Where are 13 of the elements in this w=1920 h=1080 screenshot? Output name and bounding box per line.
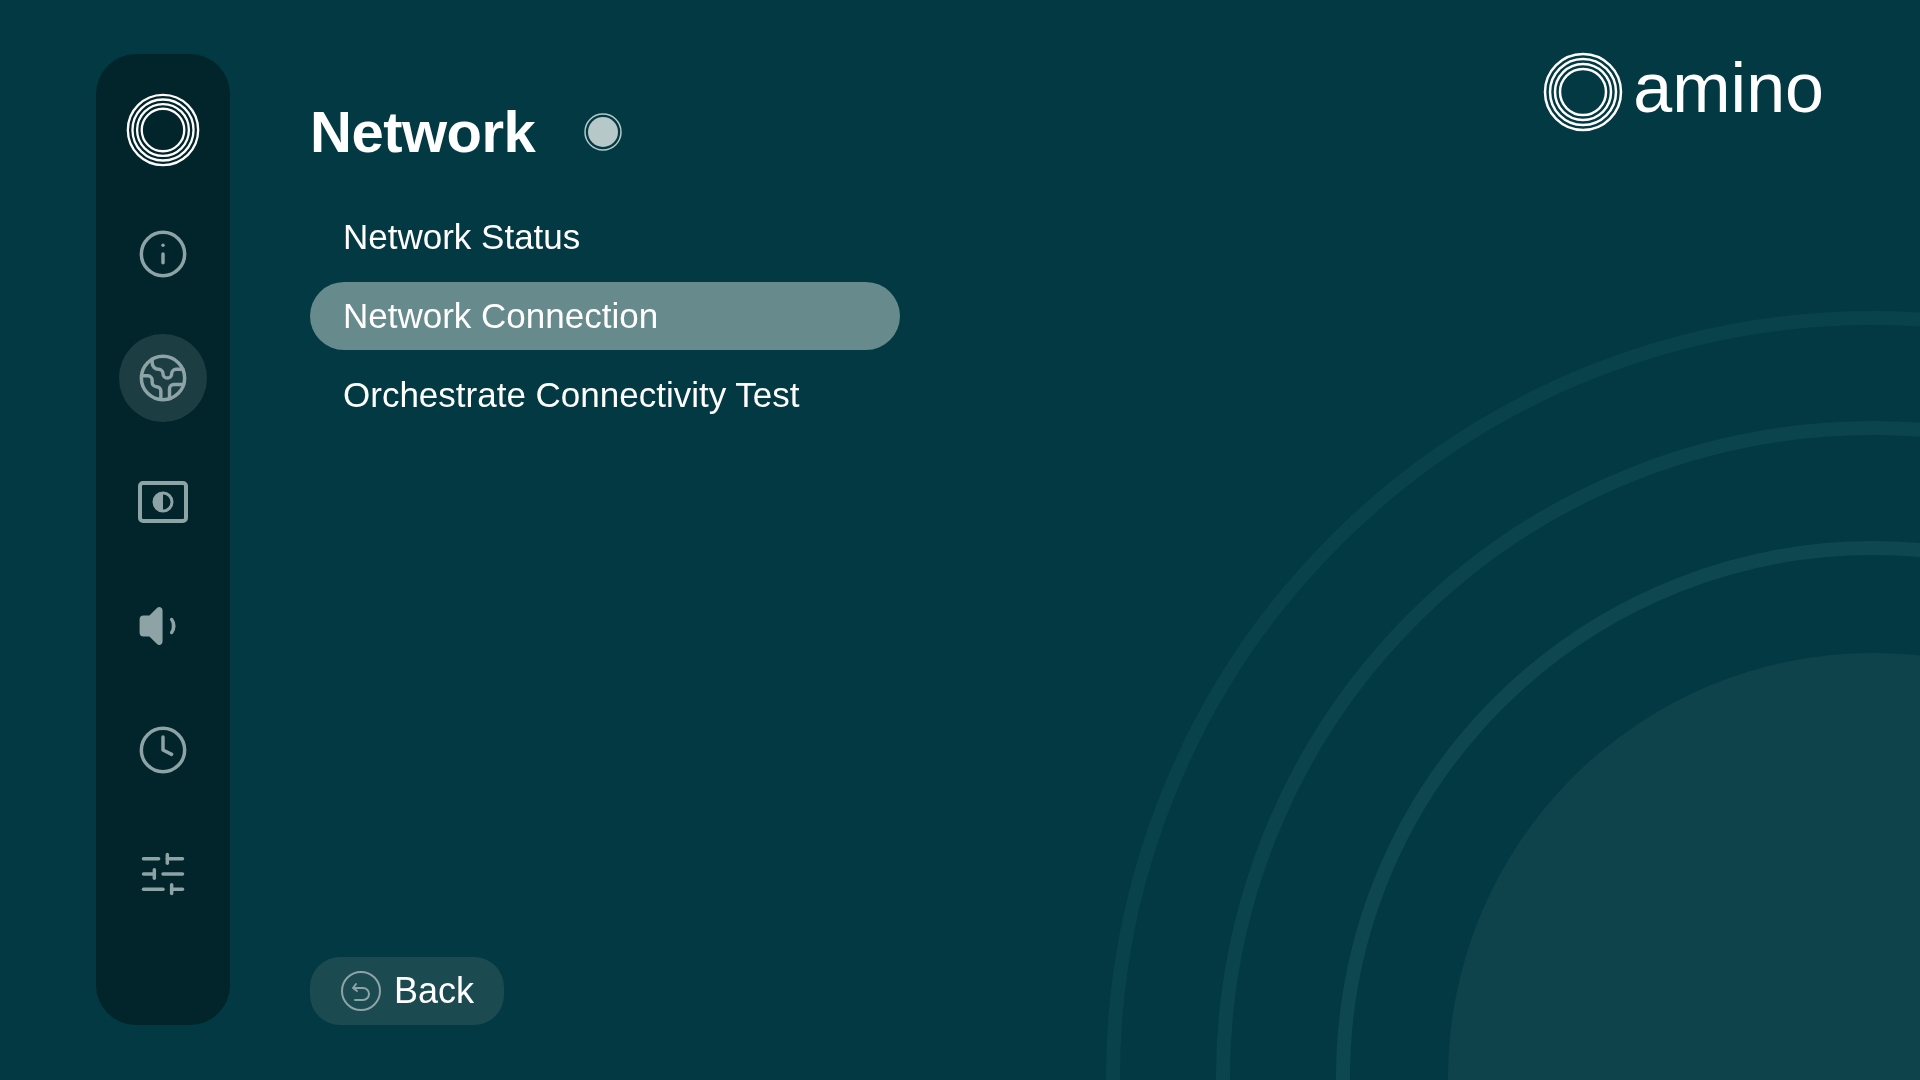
menu-item[interactable]: Network Status xyxy=(310,203,900,271)
logo-text: amino xyxy=(1633,53,1824,129)
logo-rings-icon xyxy=(1543,52,1624,132)
info-icon xyxy=(137,228,189,280)
clock-icon xyxy=(137,724,189,776)
back-button[interactable]: Back xyxy=(310,957,505,1025)
concentric-rings-icon xyxy=(126,93,200,167)
status-dot-icon xyxy=(583,111,624,152)
brightness-icon xyxy=(137,480,189,524)
globe-icon xyxy=(137,352,189,404)
menu-item[interactable]: Network Connection xyxy=(310,282,900,350)
menu-item[interactable]: Orchestrate Connectivity Test xyxy=(310,361,900,429)
page-title: Network xyxy=(310,98,536,165)
